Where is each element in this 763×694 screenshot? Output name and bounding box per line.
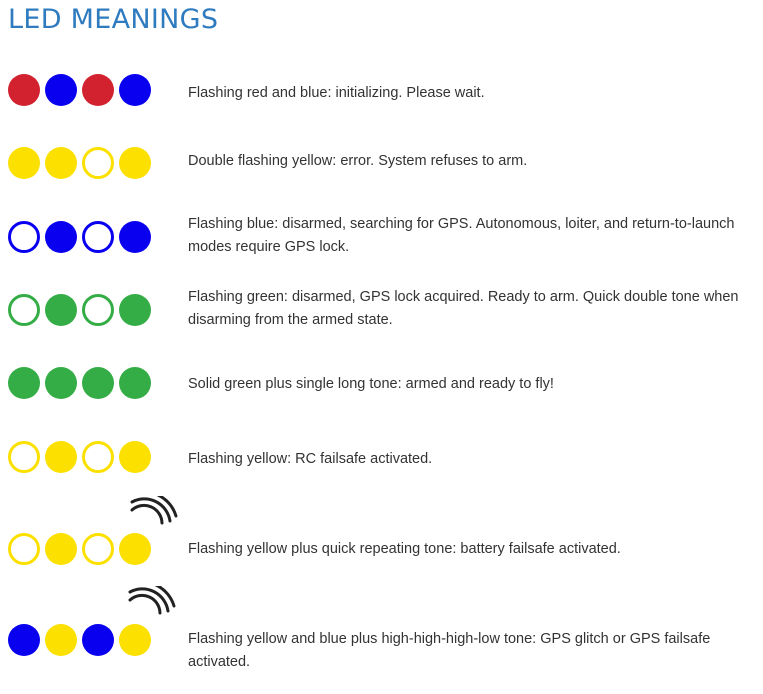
led-indicator	[45, 624, 77, 656]
led-indicator	[82, 147, 114, 179]
led-indicator	[45, 221, 77, 253]
page-title: LED MEANINGS	[8, 4, 219, 35]
led-pattern	[8, 367, 158, 399]
led-pattern	[8, 74, 158, 106]
led-indicator	[119, 221, 151, 253]
led-indicator	[8, 441, 40, 473]
led-pattern	[8, 624, 158, 656]
led-indicator	[82, 441, 114, 473]
sound-tone-icon	[128, 586, 176, 615]
sound-tone-icon	[130, 496, 178, 525]
led-pattern	[8, 147, 158, 179]
led-pattern	[8, 294, 158, 326]
led-indicator	[8, 533, 40, 565]
led-indicator	[119, 367, 151, 399]
led-indicator	[8, 624, 40, 656]
led-indicator	[82, 533, 114, 565]
led-description: Double flashing yellow: error. System re…	[188, 153, 528, 169]
led-indicator	[82, 294, 114, 326]
led-indicator	[119, 624, 151, 656]
led-description: Flashing red and blue: initializing. Ple…	[188, 85, 485, 101]
led-indicator	[82, 367, 114, 399]
led-description: Flashing green: disarmed, GPS lock acqui…	[188, 289, 739, 328]
led-indicator	[82, 624, 114, 656]
led-pattern	[8, 533, 158, 565]
led-indicator	[119, 441, 151, 473]
led-indicator	[119, 533, 151, 565]
led-description: Solid green plus single long tone: armed…	[188, 376, 554, 392]
led-pattern	[8, 221, 158, 253]
led-description: Flashing yellow plus quick repeating ton…	[188, 541, 621, 557]
led-indicator	[8, 367, 40, 399]
led-indicator	[119, 294, 151, 326]
led-description: Flashing yellow and blue plus high-high-…	[188, 631, 711, 670]
led-indicator	[45, 441, 77, 473]
led-indicator	[119, 147, 151, 179]
led-indicator	[45, 74, 77, 106]
led-description: Flashing yellow: RC failsafe activated.	[188, 451, 433, 467]
led-indicator	[8, 74, 40, 106]
led-indicator	[45, 147, 77, 179]
led-indicator	[119, 74, 151, 106]
led-indicator	[8, 294, 40, 326]
led-indicator	[82, 74, 114, 106]
led-pattern	[8, 441, 158, 473]
led-indicator	[45, 367, 77, 399]
led-indicator	[8, 147, 40, 179]
led-indicator	[45, 533, 77, 565]
led-description: Flashing blue: disarmed, searching for G…	[188, 216, 735, 255]
led-indicator	[45, 294, 77, 326]
led-indicator	[82, 221, 114, 253]
led-indicator	[8, 221, 40, 253]
